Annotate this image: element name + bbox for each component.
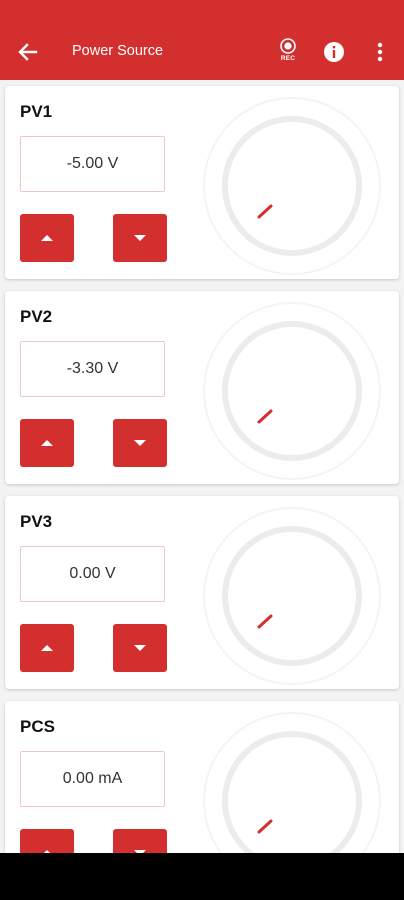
channel-value-field[interactable]: 0.00 mA (20, 751, 165, 807)
increment-button[interactable] (20, 624, 74, 672)
triangle-up-icon (41, 645, 53, 651)
record-label: REC (280, 55, 296, 62)
increment-button[interactable] (20, 419, 74, 467)
channel-value-field[interactable]: -5.00 V (20, 136, 165, 192)
page-title: Power Source (72, 43, 164, 59)
channel-name: PCS (20, 717, 55, 736)
channel-name: PV1 (20, 102, 53, 121)
knob-indicator (257, 204, 273, 219)
voltage-knob[interactable] (202, 301, 382, 481)
triangle-down-icon (134, 645, 146, 651)
increment-button[interactable] (20, 214, 74, 262)
channel-card-pv3: PV3 0.00 V (5, 496, 399, 689)
voltage-knob[interactable] (202, 96, 382, 276)
channel-name: PV2 (20, 307, 53, 326)
record-button[interactable]: REC (276, 38, 300, 66)
channel-card-pv2: PV2 -3.30 V (5, 291, 399, 484)
more-vert-icon (377, 42, 383, 62)
app-bar: Power Source REC (0, 0, 404, 80)
triangle-down-icon (134, 440, 146, 446)
decrement-button[interactable] (113, 214, 167, 262)
record-icon (280, 38, 296, 54)
voltage-knob[interactable] (202, 506, 382, 686)
more-options-button[interactable] (374, 40, 386, 64)
triangle-up-icon (41, 235, 53, 241)
triangle-down-icon (134, 235, 146, 241)
knob-indicator (257, 614, 273, 629)
channel-value-field[interactable]: 0.00 V (20, 546, 165, 602)
decrement-button[interactable] (113, 624, 167, 672)
triangle-up-icon (41, 440, 53, 446)
channel-card-pv1: PV1 -5.00 V (5, 86, 399, 279)
decrement-button[interactable] (113, 419, 167, 467)
knob-indicator (257, 409, 273, 424)
system-navigation-bar (0, 853, 404, 900)
channel-value-field[interactable]: -3.30 V (20, 341, 165, 397)
info-button[interactable] (322, 40, 346, 64)
back-arrow-icon[interactable] (14, 38, 42, 66)
info-icon (324, 42, 344, 62)
knob-indicator (257, 819, 273, 834)
channel-name: PV3 (20, 512, 53, 531)
